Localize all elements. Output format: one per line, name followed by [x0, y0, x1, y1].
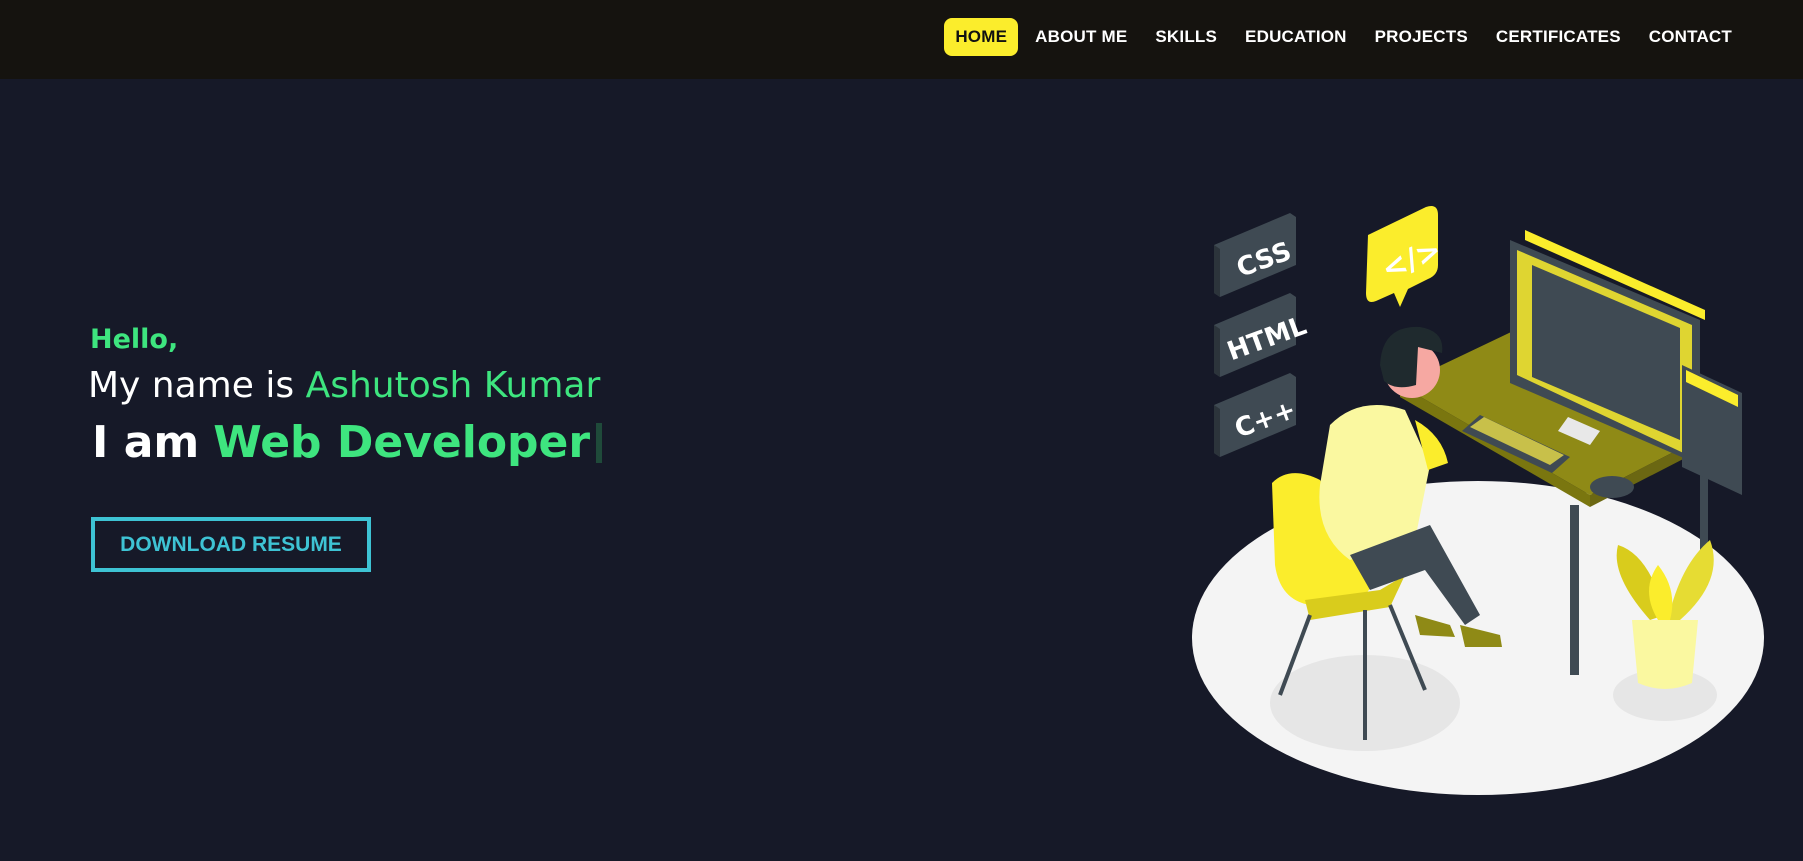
nav-item-skills[interactable]: SKILLS [1144, 18, 1228, 56]
hero-intro: Hello, My name is Ashutosh Kumar I am We… [88, 322, 603, 472]
nav-item-home[interactable]: HOME [944, 18, 1019, 56]
nav-item-contact[interactable]: CONTACT [1638, 18, 1743, 56]
html-tile: HTML [1214, 293, 1311, 377]
code-bubble: </> [1366, 206, 1447, 307]
name-line: My name is Ashutosh Kumar [88, 362, 602, 410]
cpp-tile: C++ [1214, 373, 1300, 457]
nav-item-projects[interactable]: PROJECTS [1364, 18, 1479, 56]
nav-item-certificates[interactable]: CERTIFICATES [1485, 18, 1632, 56]
typing-cursor [596, 423, 603, 463]
developer-illustration: CSS HTML C++ </> [1192, 206, 1764, 795]
name-prefix: My name is [88, 365, 295, 406]
person-name: Ashutosh Kumar [305, 365, 601, 406]
role-line: I am Web Developer [92, 414, 603, 472]
nav-item-about-me[interactable]: ABOUT ME [1024, 18, 1138, 56]
nav-item-education[interactable]: EDUCATION [1234, 18, 1358, 56]
download-resume-button[interactable]: DOWNLOAD RESUME [91, 517, 371, 572]
side-monitor [1682, 365, 1742, 495]
role-text: Web Developer [213, 417, 591, 468]
greeting-text: Hello, [90, 324, 179, 355]
role-prefix: I am [92, 417, 200, 468]
mouse [1590, 476, 1634, 498]
navbar: HOME ABOUT ME SKILLS EDUCATION PROJECTS … [0, 0, 1803, 79]
css-tile: CSS [1214, 213, 1296, 297]
nav-menu: HOME ABOUT ME SKILLS EDUCATION PROJECTS … [944, 18, 1743, 56]
